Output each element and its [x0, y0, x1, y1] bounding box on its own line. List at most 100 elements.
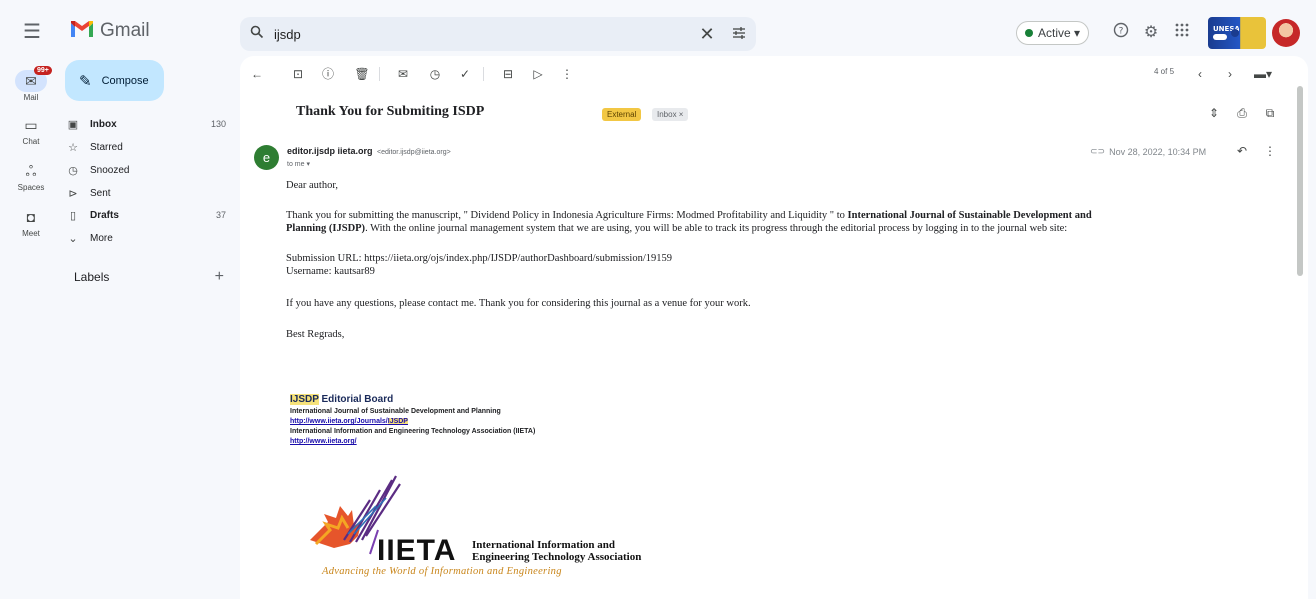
snooze-clock-icon[interactable]: ◷: [426, 65, 444, 83]
move-to-icon[interactable]: ⊟: [499, 65, 517, 83]
message-scrollbar[interactable]: [1297, 86, 1303, 276]
iieta-full-name: International Information and Engineerin…: [472, 539, 642, 563]
sender-name[interactable]: editor.ijsdp iieta.org: [287, 146, 373, 156]
iieta-wordmark: IIETA: [377, 534, 457, 567]
archive-icon[interactable]: ⊡: [289, 65, 307, 83]
search-bar[interactable]: ijsdp ✕: [240, 17, 756, 51]
nav-item-sent[interactable]: ⊳ Sent: [60, 182, 232, 204]
signature-title: IJSDP Editorial Board: [290, 394, 394, 405]
iieta-logo: IIETA International Information and Engi…: [300, 470, 720, 582]
input-tools-keyboard-icon[interactable]: ▬▾: [1250, 65, 1276, 83]
signature-association: International Information and Engineerin…: [290, 428, 536, 435]
labels-heading: Labels: [74, 270, 110, 284]
sender-avatar[interactable]: e: [254, 145, 279, 170]
submission-url: Submission URL: https://iieta.org/ojs/in…: [286, 253, 672, 264]
gmail-logo[interactable]: Gmail: [70, 20, 150, 42]
message-more-icon[interactable]: ⋮: [1262, 144, 1278, 158]
iieta-tagline: Advancing the World of Information and E…: [322, 566, 562, 577]
search-input[interactable]: ijsdp: [274, 27, 692, 42]
journal-link[interactable]: http://www.iieta.org/Journals/IJSDP: [290, 418, 535, 425]
username-line: Username: kautsar89: [286, 266, 375, 277]
nav-item-drafts[interactable]: ▯ Drafts 37: [60, 204, 232, 226]
mark-unread-icon[interactable]: ✉: [394, 65, 412, 83]
sender-address: <editor.ijsdp@iieta.org>: [377, 149, 451, 156]
labels-section: Labels +: [74, 269, 224, 285]
inbox-label-chip[interactable]: Inbox ×: [652, 108, 689, 121]
email-date-text: Nov 28, 2022, 10:34 PM: [1109, 146, 1207, 157]
status-chip[interactable]: Active ▾: [1016, 21, 1090, 45]
sender-info: editor.ijsdp iieta.org <editor.ijsdp@iie…: [287, 146, 451, 156]
account-avatar[interactable]: [1272, 19, 1300, 47]
main-menu-icon[interactable]: ☰: [20, 20, 44, 44]
delete-trash-icon[interactable]: 🗑: [353, 65, 371, 83]
closing: Best Regrads,: [286, 329, 345, 340]
status-label: Active ▾: [1038, 26, 1081, 40]
print-icon[interactable]: ⎙: [1234, 106, 1250, 121]
more-vertical-icon[interactable]: ⋮: [558, 65, 576, 83]
add-label-icon[interactable]: +: [215, 269, 224, 285]
drafts-count: 37: [215, 210, 226, 220]
label-tag-icon[interactable]: ▷: [529, 65, 547, 83]
open-new-window-icon[interactable]: ⧉: [1262, 106, 1278, 121]
gmail-app: ☰ Gmail ijsdp ✕ Active ▾ ? ⚙ UNESA ✉ 99+…: [0, 0, 1316, 599]
add-task-icon[interactable]: ✓: [456, 65, 474, 83]
gmail-wordmark: Gmail: [100, 20, 150, 41]
active-status-icon: [1025, 29, 1033, 37]
rail-label-spaces: Spaces: [17, 183, 45, 192]
collapse-all-icon[interactable]: ⇕: [1206, 106, 1222, 120]
email-subject: Thank You for Submiting ISDP: [296, 104, 485, 119]
recipient-details[interactable]: to me ▾: [287, 160, 310, 168]
nav-item-more[interactable]: ⌄ More: [60, 227, 232, 249]
email-date: ⊂⊃ Nov 28, 2022, 10:34 PM: [1090, 146, 1206, 157]
report-spam-icon[interactable]: ⓘ: [319, 65, 337, 83]
spaces-icon: ஃ: [25, 163, 37, 179]
clear-search-icon[interactable]: ✕: [692, 24, 722, 45]
rail-item-meet[interactable]: ◘ Meet: [0, 206, 62, 238]
nav-item-starred[interactable]: ☆ Starred: [60, 136, 232, 158]
apps-grid-icon[interactable]: [1171, 22, 1193, 44]
pencil-icon: ✎: [79, 72, 92, 90]
newer-chevron-icon[interactable]: ‹: [1191, 65, 1209, 83]
pagination-text: 4 of 5: [1154, 67, 1175, 76]
unread-badge: 99+: [34, 66, 52, 75]
rail-label-mail: Mail: [23, 93, 39, 102]
draft-icon: ▯: [69, 209, 77, 222]
nav-item-inbox[interactable]: ▣ Inbox 130: [60, 113, 232, 135]
reply-icon[interactable]: ↶: [1234, 144, 1250, 158]
chat-icon: ▭: [24, 117, 38, 133]
top-bar: ☰ Gmail ijsdp ✕ Active ▾ ? ⚙ UNESA: [0, 0, 1316, 64]
chevron-down-icon: ⌄: [68, 232, 78, 245]
greeting: Dear author,: [286, 180, 339, 191]
older-chevron-icon[interactable]: ›: [1221, 65, 1239, 83]
help-icon[interactable]: ?: [1110, 22, 1132, 44]
rail-label-chat: Chat: [22, 137, 40, 146]
attachment-link-icon: ⊂⊃: [1090, 146, 1106, 156]
message-pane: ← ⊡ ⓘ 🗑 ✉ ◷ ✓ ⊟ ▷ ⋮ 4 of 5 ‹ › ▬▾ Thank …: [240, 56, 1308, 599]
organization-logo[interactable]: UNESA: [1208, 17, 1266, 49]
toolbar-divider: [483, 67, 484, 81]
body-paragraph-1: Thank you for submitting the manuscript,…: [286, 210, 1092, 234]
back-arrow-icon[interactable]: ←: [248, 65, 266, 83]
rail-item-chat[interactable]: ▭ Chat: [0, 114, 62, 146]
rail-label-meet: Meet: [22, 229, 40, 238]
iieta-link[interactable]: http://www.iieta.org/: [290, 438, 535, 445]
compose-label: Compose: [101, 74, 149, 87]
journal-name: International Journal of Sustainable Dev…: [847, 210, 1092, 221]
external-label-chip: External: [602, 108, 642, 121]
rail-item-mail[interactable]: ✉ 99+ Mail: [0, 66, 62, 102]
inbox-count: 130: [210, 119, 226, 129]
search-icon[interactable]: [240, 25, 274, 43]
email-signature: IJSDP Editorial Board International Jour…: [290, 394, 535, 445]
toolbar-divider: [379, 67, 380, 81]
meet-video-icon: ◘: [26, 209, 36, 225]
svg-text:?: ?: [1119, 27, 1124, 37]
nav-item-snoozed[interactable]: ◷ Snoozed: [60, 159, 232, 181]
clock-icon: ◷: [68, 164, 78, 177]
body-paragraph-3: If you have any questions, please contac…: [286, 298, 751, 309]
settings-gear-icon[interactable]: ⚙: [1140, 22, 1162, 44]
send-icon: ⊳: [68, 187, 78, 200]
star-icon: ☆: [68, 141, 78, 154]
rail-item-spaces[interactable]: ஃ Spaces: [0, 160, 62, 192]
search-options-icon[interactable]: [722, 26, 756, 42]
compose-button[interactable]: ✎ Compose: [65, 60, 164, 101]
